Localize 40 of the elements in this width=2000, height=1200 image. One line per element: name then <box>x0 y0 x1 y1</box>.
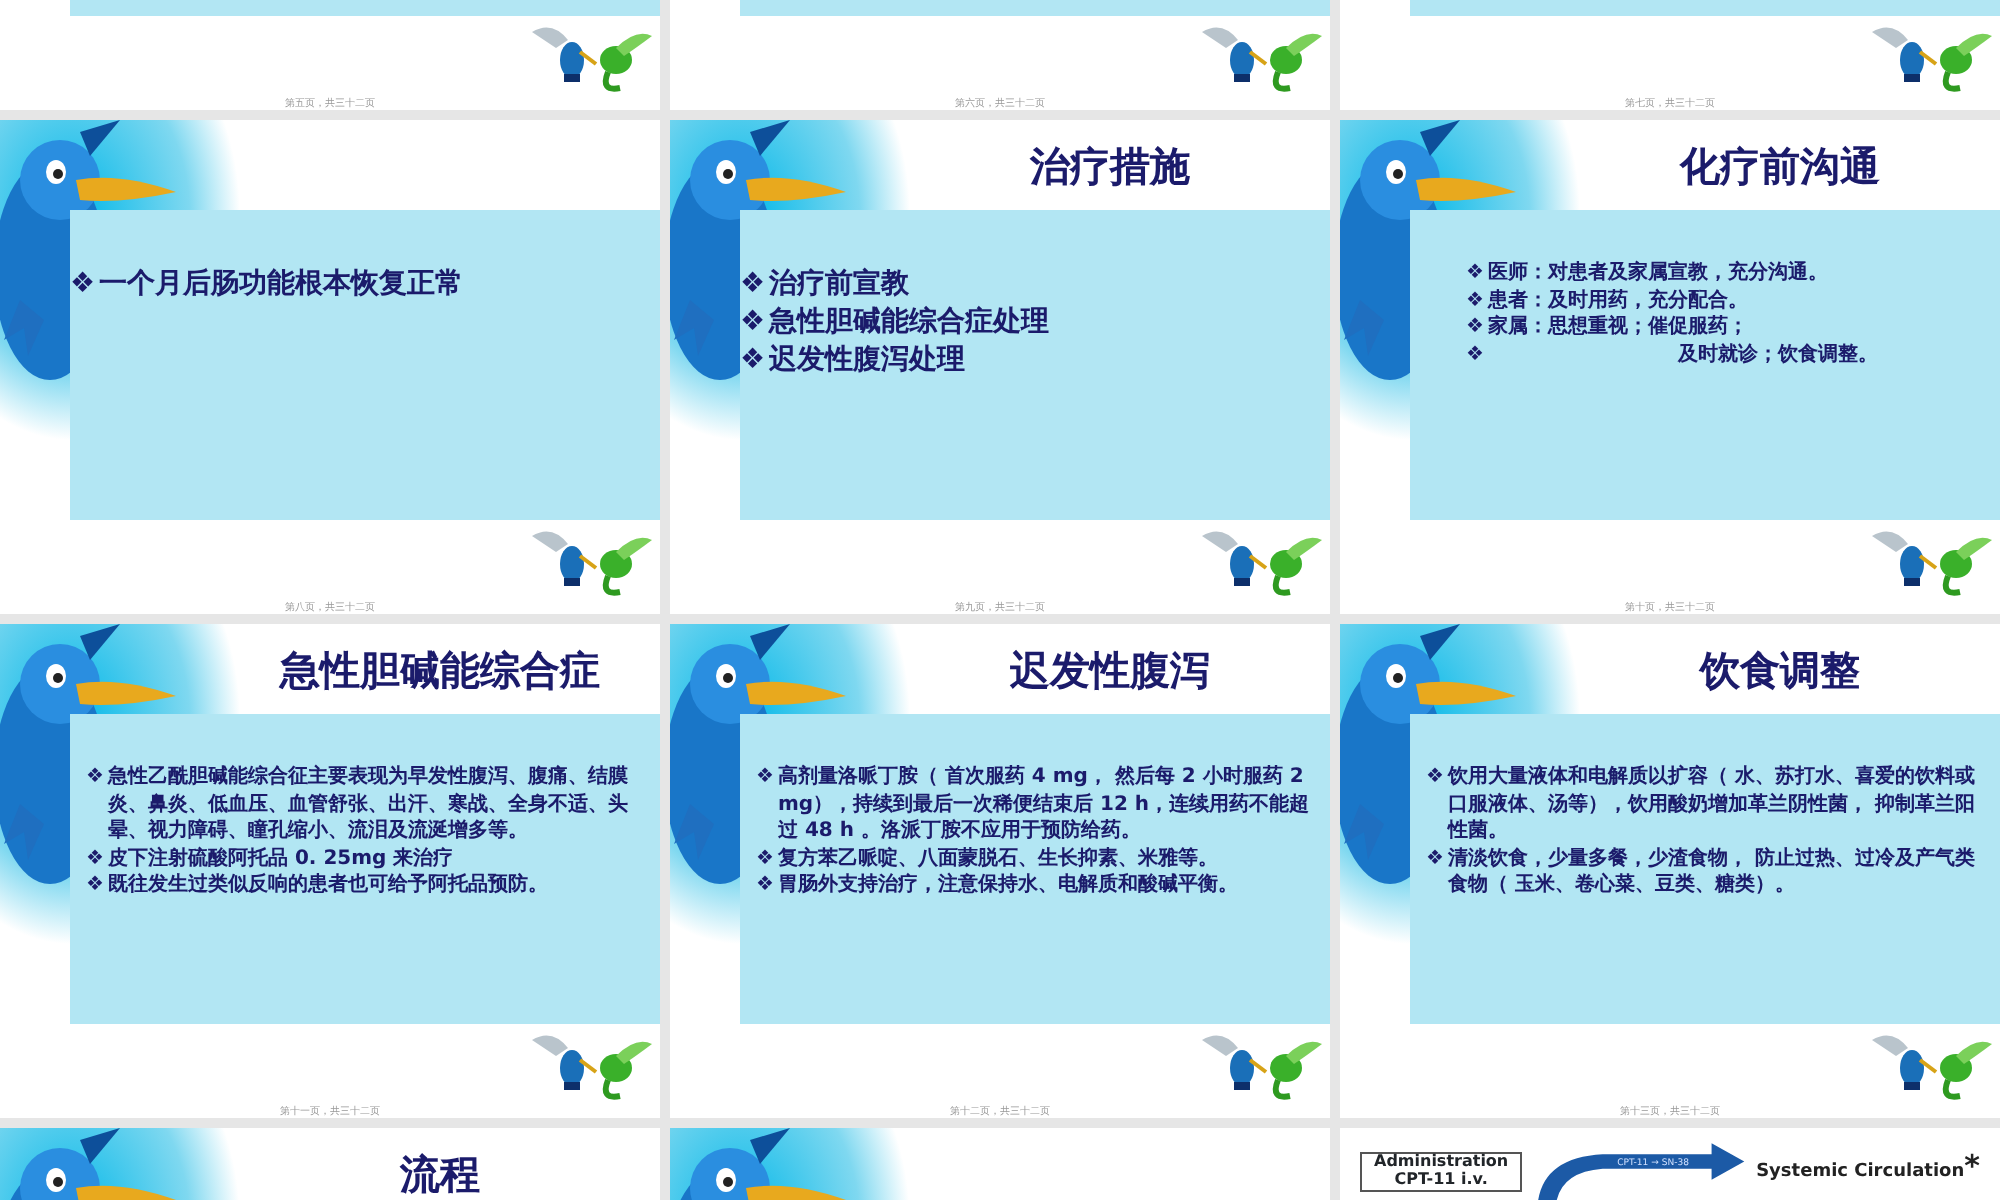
bullet-text: 急性乙酰胆碱能综合征主要表现为早发性腹泻、腹痛、结膜炎、鼻炎、低血压、血管舒张、出汗、寒战、全身不适、头晕、视力障碍、瞳孔缩小、流泪及流涎增多等。 <box>107 764 630 845</box>
bullet-marker: ❖ <box>740 303 766 342</box>
bullet-marker: ❖ <box>1466 341 1484 368</box>
bullet-text: 迟发性腹泻处理 <box>769 341 966 380</box>
bullet-marker: ❖ <box>1466 314 1484 341</box>
administration-box: Administration CPT-11 i.v. <box>1360 1152 1523 1192</box>
systemic-circulation-label: Systemic Circulation* <box>1756 1146 1980 1188</box>
bullet-text: 皮下注射硫酸阿托品 0. 25mg 来治疗 <box>107 845 454 872</box>
bullet-text: 及时就诊；饮食调整。 <box>1675 341 1878 368</box>
bullet-text: 高剂量洛哌丁胺（ 首次服药 4 mg， 然后每 2 小时服药 2 mg），持续到最后一次稀便结束后 12 h，连续用药不能超过 48 h 。洛派丁胺不应用于预防给药。 <box>777 764 1310 845</box>
bullet-text: 治疗前宣教 <box>769 266 910 304</box>
bullet-marker: ❖ <box>86 764 104 792</box>
bullet-text: 清淡饮食，少量多餐，少渣食物， 防止过热、过冷及产气类食物（ 玉米、卷心菜、豆类、糖类）。 <box>1447 845 1977 899</box>
slide-title: 饮食调整 <box>1700 643 1860 697</box>
slide-title: 治疗措施 <box>1030 139 1190 193</box>
bullet-marker: ❖ <box>86 845 104 872</box>
bullet-marker: ❖ <box>1466 287 1484 314</box>
bullet-marker: ❖ <box>1426 764 1444 792</box>
slide-title: 迟发性腹泻 <box>1010 643 1210 697</box>
bullet-marker: ❖ <box>740 341 766 380</box>
bullet-text: 家属：思想重视；催促服药； <box>1487 314 1748 341</box>
bullet-text: 急性胆碱能综合症处理 <box>769 303 1050 342</box>
bullet-text: 患者：及时用药，充分配合。 <box>1487 287 1748 314</box>
bullet-text: 胃肠外支持治疗，注意保持水、电解质和酸碱平衡。 <box>777 872 1238 899</box>
bullet-marker: ❖ <box>756 845 774 872</box>
bullet-marker: ❖ <box>740 266 766 304</box>
bullet-marker: ❖ <box>756 872 774 899</box>
bullet-text: 复方苯乙哌啶、八面蒙脱石、生长抑素、米雅等。 <box>777 845 1218 872</box>
slide-title: 化疗前沟通 <box>1680 139 1880 193</box>
bullet-marker: ❖ <box>86 872 104 899</box>
slide-title: 流程 <box>400 1147 480 1200</box>
bullet-marker: ❖ <box>1466 260 1484 287</box>
bullet-text: 医师：对患者及家属宣教，充分沟通。 <box>1487 260 1828 287</box>
bullet-marker: ❖ <box>70 266 96 304</box>
bullet-text: 饮用大量液体和电解质以扩容（ 水、苏打水、喜爱的饮料或口服液体、汤等），饮用酸奶增加革兰阴性菌， 抑制革兰阳性菌。 <box>1447 764 1977 845</box>
slide-title: 急性胆碱能综合症 <box>280 643 600 697</box>
bullet-text: 既往发生过类似反响的患者也可给予阿托品预防。 <box>107 872 548 899</box>
bullet-text: 一个月后肠功能根本恢复正常 <box>99 266 464 304</box>
bullet-marker: ❖ <box>756 764 774 792</box>
bullet-marker: ❖ <box>1426 845 1444 873</box>
